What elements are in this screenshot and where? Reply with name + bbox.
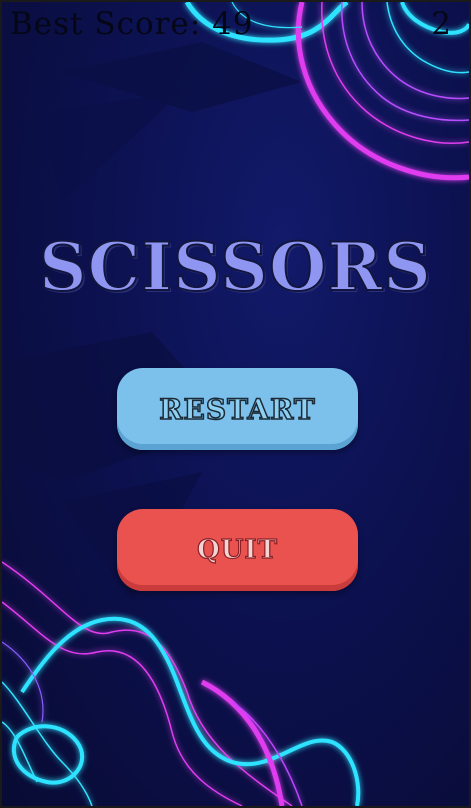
game-title: SCISSORS (38, 227, 432, 307)
game-screen: Best Score: 49 2 SCISSORS RESTART QUIT (0, 0, 471, 808)
current-score-label: 2 (431, 6, 451, 42)
quit-button[interactable]: QUIT (117, 509, 358, 591)
quit-button-label: QUIT (196, 534, 278, 565)
restart-button-label: RESTART (158, 392, 316, 427)
restart-button[interactable]: RESTART (117, 368, 358, 450)
best-score-label: Best Score: 49 (10, 6, 254, 42)
